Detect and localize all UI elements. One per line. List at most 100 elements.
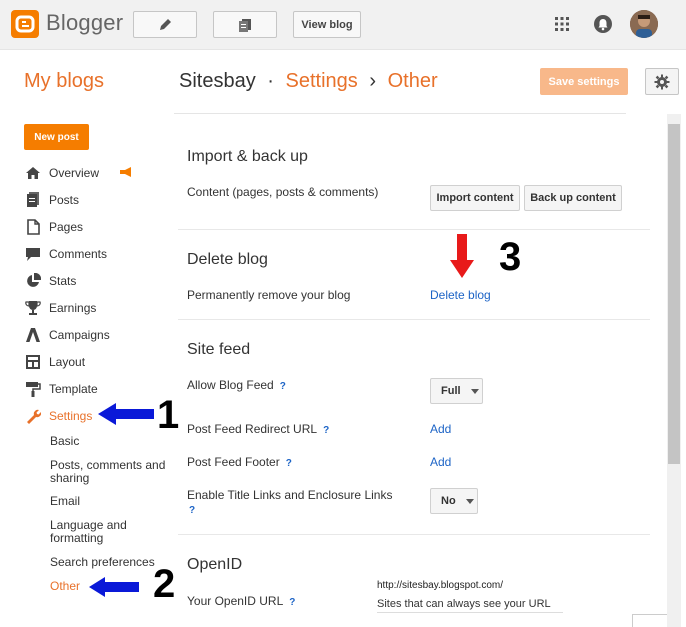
backup-content-button[interactable]: Back up content [524, 185, 622, 211]
red-arrow-icon [450, 234, 474, 278]
chevron-down-icon [465, 498, 474, 504]
notifications-bell-icon[interactable] [594, 15, 612, 33]
allow-blog-feed-label: Allow Blog Feed? [187, 378, 286, 392]
post-feed-footer-text: Post Feed Footer [187, 455, 280, 469]
openid-sites-label: Sites that can always see your URL [377, 598, 551, 610]
sidebar-item-label: Template [49, 382, 98, 396]
save-settings-button[interactable]: Save settings [540, 68, 628, 95]
help-icon[interactable]: ? [280, 381, 286, 392]
feedback-widget[interactable] [632, 614, 668, 627]
settings-sub-language-formatting[interactable]: Language and formatting [50, 519, 175, 545]
section-title-delete: Delete blog [187, 251, 268, 268]
breadcrumb-settings[interactable]: Settings [286, 70, 358, 92]
header-divider [174, 113, 626, 114]
user-avatar[interactable] [630, 10, 658, 38]
allow-blog-feed-text: Allow Blog Feed [187, 378, 274, 392]
openid-url-label: Your OpenID URL? [187, 594, 295, 608]
gear-menu-button[interactable] [645, 68, 679, 95]
comment-icon [24, 245, 42, 263]
sidebar-item-label: Comments [49, 247, 108, 261]
layout-icon [24, 353, 42, 371]
sidebar-item-layout[interactable]: Layout [24, 352, 85, 372]
allow-blog-feed-select[interactable]: Full [430, 378, 483, 404]
sidebar-item-stats[interactable]: Stats [24, 271, 76, 291]
brand-name[interactable]: Blogger [46, 10, 123, 36]
section-divider [178, 229, 650, 230]
content-label: Content (pages, posts & comments) [187, 185, 379, 199]
trophy-icon [24, 299, 42, 317]
title-links-text: Enable Title Links and Enclosure Links [187, 488, 393, 502]
my-blogs-link[interactable]: My blogs [24, 70, 104, 93]
chevron-down-icon [470, 388, 479, 394]
blue-arrow-icon [89, 577, 139, 597]
delete-label: Permanently remove your blog [187, 288, 351, 302]
view-blog-button[interactable]: View blog [293, 11, 361, 38]
openid-url-text: Your OpenID URL [187, 594, 284, 608]
section-title-import: Import & back up [187, 148, 308, 165]
post-feed-footer-add-link[interactable]: Add [430, 455, 451, 469]
sidebar-item-label: Campaigns [49, 328, 110, 342]
posts-icon [24, 191, 42, 209]
sidebar-item-campaigns[interactable]: Campaigns [24, 325, 110, 345]
sidebar-item-template[interactable]: Template [24, 379, 98, 399]
pie-chart-icon [24, 272, 42, 290]
annotation-number-1: 1 [157, 393, 180, 437]
sidebar-item-settings[interactable]: Settings [24, 406, 92, 426]
post-feed-redirect-text: Post Feed Redirect URL [187, 422, 318, 436]
blogger-logo-icon[interactable] [11, 10, 39, 38]
sidebar-item-label: Stats [49, 274, 77, 288]
section-title-site-feed: Site feed [187, 341, 251, 358]
title-links-select[interactable]: No [430, 488, 478, 514]
sidebar-item-earnings[interactable]: Earnings [24, 298, 96, 318]
sidebar-item-comments[interactable]: Comments [24, 244, 107, 264]
delete-blog-link[interactable]: Delete blog [430, 288, 491, 302]
sidebar-item-label: Posts [49, 193, 80, 207]
openid-url-value: http://sitesbay.blogspot.com/ [377, 580, 503, 591]
megaphone-icon [119, 166, 133, 180]
annotation-number-3: 3 [499, 235, 522, 279]
post-feed-redirect-label: Post Feed Redirect URL? [187, 422, 329, 436]
help-icon[interactable]: ? [286, 458, 292, 469]
posts-list-button[interactable] [213, 11, 277, 38]
scrollbar-thumb[interactable] [668, 124, 680, 464]
help-icon[interactable]: ? [289, 597, 295, 608]
apps-grid-icon[interactable] [554, 16, 570, 32]
pages-icon [24, 218, 42, 236]
wrench-icon [24, 407, 42, 425]
new-post-pencil-button[interactable] [133, 11, 197, 38]
sidebar-item-label: Pages [49, 220, 84, 234]
allow-blog-feed-value: Full [441, 385, 461, 397]
blue-arrow-icon [98, 403, 154, 425]
breadcrumb-separator: · [267, 70, 274, 92]
title-links-value: No [441, 495, 456, 507]
settings-sub-posts-comments-sharing[interactable]: Posts, comments and sharing [50, 459, 175, 485]
post-feed-redirect-add-link[interactable]: Add [430, 422, 451, 436]
documents-icon [239, 18, 251, 32]
paint-roller-icon [24, 380, 42, 398]
openid-sites-divider [377, 612, 563, 613]
section-divider [178, 319, 650, 320]
sidebar-item-posts[interactable]: Posts [24, 190, 79, 210]
sidebar-item-overview[interactable]: Overview [24, 163, 133, 183]
sidebar-item-label: Layout [49, 355, 86, 369]
post-feed-footer-label: Post Feed Footer? [187, 455, 292, 469]
import-content-button[interactable]: Import content [430, 185, 520, 211]
gear-icon [654, 74, 670, 89]
help-icon[interactable]: ? [189, 504, 195, 518]
pencil-icon [160, 18, 171, 30]
section-divider [178, 534, 650, 535]
campaigns-icon [24, 326, 42, 344]
sidebar-item-pages[interactable]: Pages [24, 217, 83, 237]
help-icon[interactable]: ? [323, 425, 329, 436]
annotation-number-2: 2 [153, 562, 176, 606]
breadcrumb-current-page: Other [387, 70, 438, 92]
breadcrumb-blog-name[interactable]: Sitesbay [179, 70, 256, 92]
sidebar-item-label: Overview [49, 166, 100, 180]
breadcrumb-separator: › [369, 70, 377, 92]
new-post-button[interactable]: New post [24, 124, 89, 150]
settings-sub-email[interactable]: Email [50, 495, 175, 508]
title-links-label: Enable Title Links and Enclosure Links? [187, 488, 417, 518]
sidebar-item-label: Settings [49, 409, 93, 423]
section-title-openid: OpenID [187, 556, 243, 573]
sidebar-item-label: Earnings [49, 301, 97, 315]
